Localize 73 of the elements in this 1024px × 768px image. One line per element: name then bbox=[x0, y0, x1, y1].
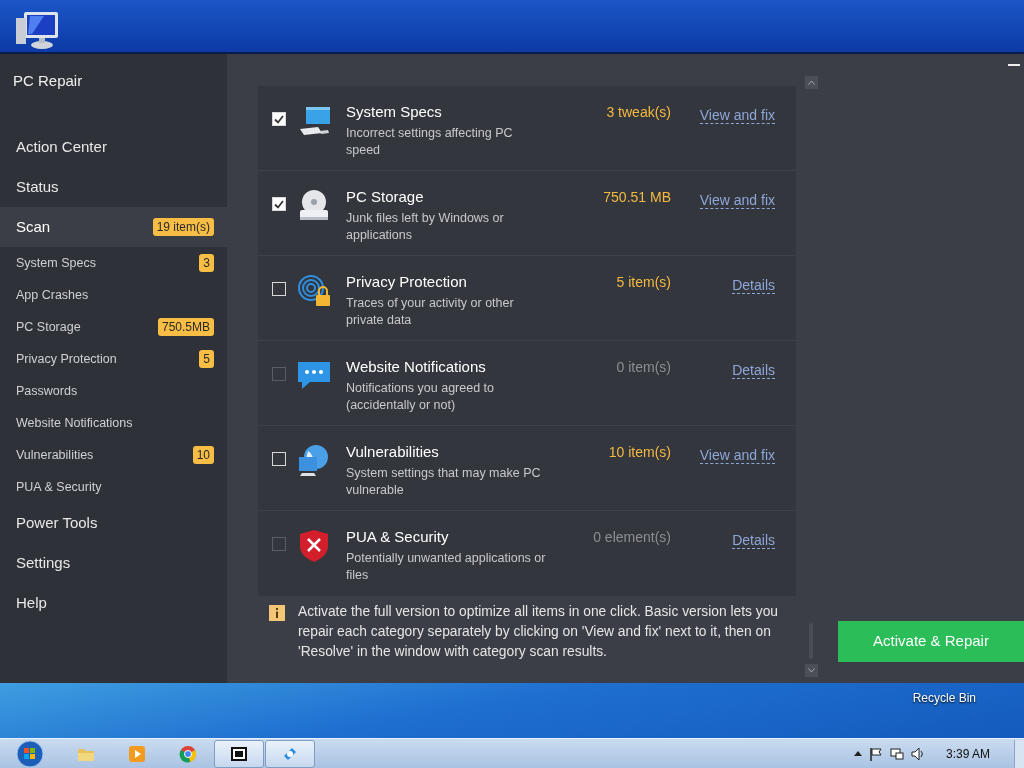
play-icon bbox=[127, 743, 147, 764]
nav-label: Help bbox=[16, 592, 47, 613]
show-hidden-icons-icon[interactable] bbox=[853, 751, 862, 756]
nav-subitem[interactable]: Website Notifications bbox=[0, 407, 227, 439]
item-description: Traces of your activity or other private data bbox=[346, 295, 515, 329]
app-title: PC Repair bbox=[12, 71, 84, 91]
nav-subitem[interactable]: PC Storage 750.5MB bbox=[0, 311, 227, 343]
item-link[interactable]: View and fix bbox=[699, 447, 775, 464]
count-badge: 3 bbox=[199, 254, 214, 272]
item-description: Junk files left by Windows or applications bbox=[346, 210, 505, 244]
nav-subitem[interactable]: System Specs 3 bbox=[0, 247, 227, 279]
item-link[interactable]: Details bbox=[732, 277, 775, 294]
item-title: Privacy Protection bbox=[346, 273, 468, 291]
item-title: PC Storage bbox=[346, 188, 425, 206]
nav-label: Privacy Protection bbox=[16, 350, 117, 368]
notice-text: Activate the full version to optimize all items in one click. Basic version lets you repair each category separately by clicking on 'View and fix' next to it, then on 'Resolve' in the window with category scan results. bbox=[298, 603, 780, 661]
scroll-down-button[interactable] bbox=[804, 664, 818, 677]
flag-icon[interactable] bbox=[868, 746, 883, 761]
nav-label: System Specs bbox=[16, 254, 96, 272]
caret-down-icon bbox=[807, 668, 815, 673]
nav-label: Website Notifications bbox=[16, 414, 133, 432]
item-title: Vulnerabilities bbox=[346, 443, 440, 461]
nav-item[interactable]: Status bbox=[0, 167, 227, 207]
item-title: Website Notifications bbox=[346, 358, 487, 376]
nav-label: PC Storage bbox=[16, 318, 81, 336]
count-badge: 750.5MB bbox=[157, 318, 214, 336]
item-description: Potentially unwanted applications or files bbox=[346, 550, 547, 584]
speaker-icon[interactable] bbox=[910, 746, 925, 761]
count-badge: 5 bbox=[199, 350, 214, 368]
fingerprint-lock-icon bbox=[296, 273, 332, 309]
item-title: PUA & Security bbox=[346, 528, 450, 546]
count-badge: 10 bbox=[192, 446, 214, 464]
nav-label: Vulnerabilities bbox=[16, 446, 94, 464]
nav-label: Status bbox=[16, 176, 59, 197]
taskbar-app-button[interactable] bbox=[214, 739, 264, 768]
nav-subitem[interactable]: App Crashes bbox=[0, 279, 227, 311]
clock[interactable]: 3:39 AM bbox=[945, 744, 990, 763]
item-description: Notifications you agreed to (accidentally or not) bbox=[346, 380, 495, 414]
nav-label: Settings bbox=[16, 552, 71, 573]
network-icon[interactable] bbox=[889, 746, 904, 761]
item-count: 0 item(s) bbox=[615, 358, 671, 376]
nav-item[interactable]: Settings bbox=[0, 543, 227, 583]
info-icon bbox=[269, 605, 285, 621]
nav-subitem[interactable]: Privacy Protection 5 bbox=[0, 343, 227, 375]
nav-label: App Crashes bbox=[16, 286, 89, 304]
item-count: 0 element(s) bbox=[592, 528, 671, 546]
item-link[interactable]: View and fix bbox=[699, 107, 775, 124]
nav-subitem[interactable]: PUA & Security bbox=[0, 471, 227, 503]
minus-icon bbox=[1008, 64, 1020, 66]
item-count: 5 item(s) bbox=[615, 273, 671, 291]
nav-label: Power Tools bbox=[16, 512, 98, 533]
nav-item[interactable]: Scan 19 item(s) bbox=[0, 207, 227, 247]
nav-item[interactable]: Power Tools bbox=[0, 503, 227, 543]
nav-item[interactable]: Action Center bbox=[0, 127, 227, 167]
item-link[interactable]: View and fix bbox=[699, 192, 775, 209]
caret-up-icon bbox=[807, 80, 815, 85]
item-description: Incorrect settings affecting PC speed bbox=[346, 125, 514, 159]
item-description: System settings that may make PC vulnerable bbox=[346, 465, 542, 499]
item-count: 750.51 MB bbox=[602, 188, 671, 206]
nav-subitem[interactable]: Passwords bbox=[0, 375, 227, 407]
count-badge: 19 item(s) bbox=[152, 218, 214, 236]
item-count: 3 tweak(s) bbox=[605, 103, 671, 121]
item-count: 10 item(s) bbox=[607, 443, 671, 461]
nav-item[interactable]: Help bbox=[0, 583, 227, 623]
scroll-up-button[interactable] bbox=[804, 76, 818, 89]
nav-label: PUA & Security bbox=[16, 478, 102, 496]
nav-subitem[interactable]: Vulnerabilities 10 bbox=[0, 439, 227, 471]
nav-label: Action Center bbox=[16, 136, 107, 157]
browser-icon bbox=[178, 743, 198, 764]
nav-label: Scan bbox=[16, 216, 51, 237]
item-title: System Specs bbox=[346, 103, 443, 121]
recycle-bin-label[interactable]: Recycle Bin bbox=[912, 689, 976, 704]
nav-label: Passwords bbox=[16, 382, 78, 400]
